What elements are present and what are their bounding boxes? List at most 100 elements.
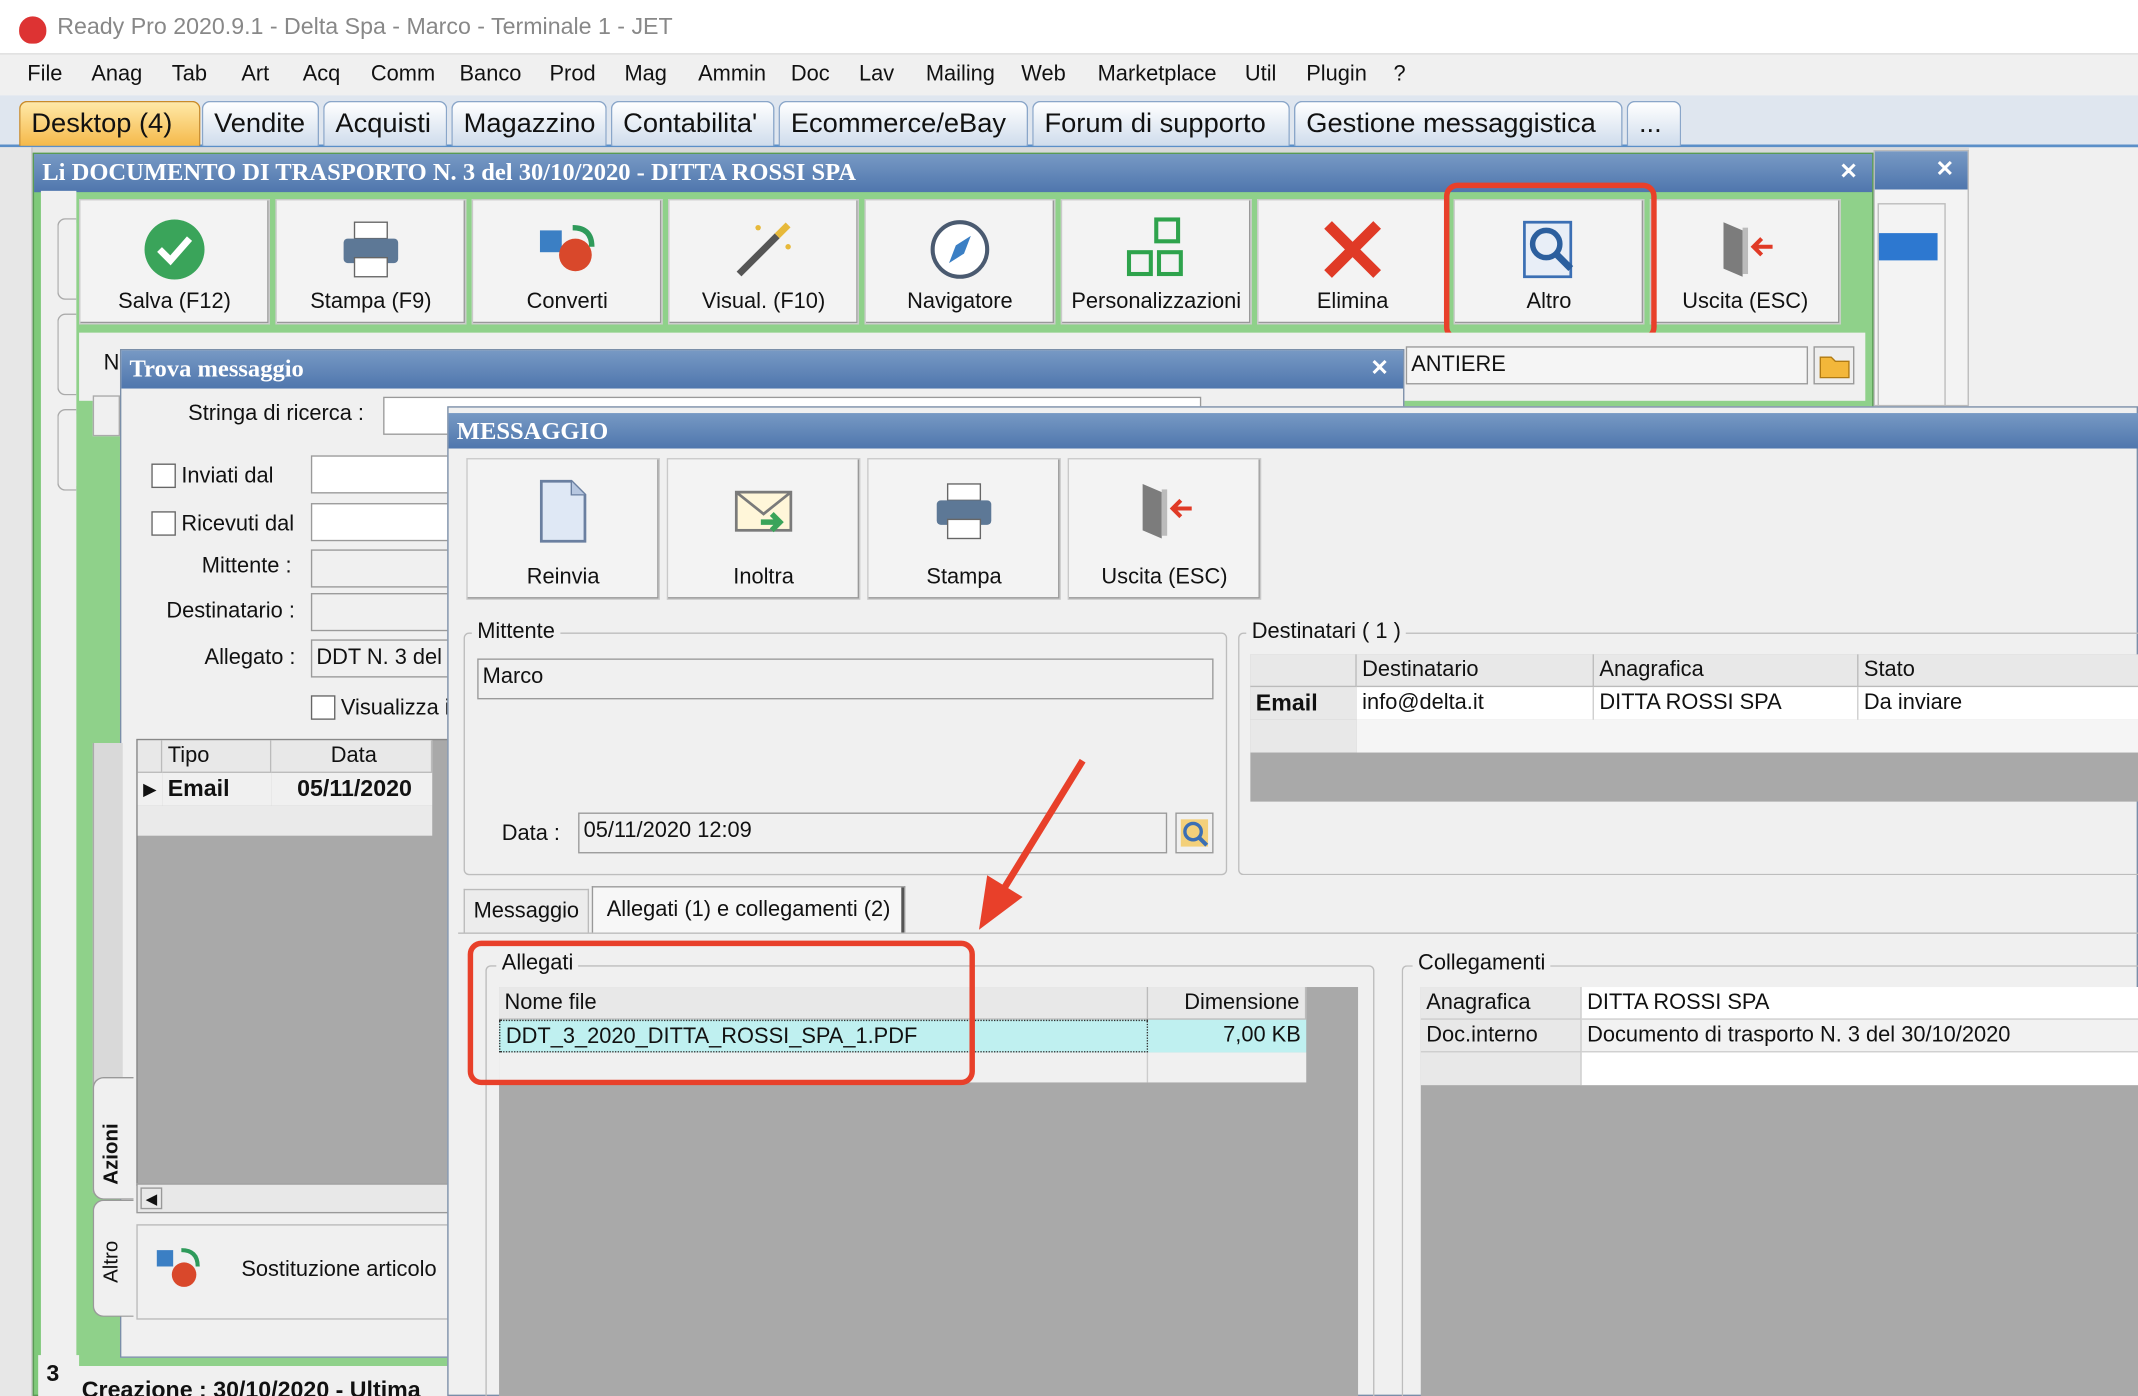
attachment-input[interactable]: DDT N. 3 del 3 [310,639,461,678]
received-date-input[interactable] [310,503,461,542]
window-titlebar: Ready Pro 2020.9.1 - Delta Spa - Marco -… [0,0,2138,55]
col-dimensione[interactable]: Dimensione [1148,987,1307,1020]
tab-ecommerce[interactable]: Ecommerce/eBay [778,100,1029,146]
col-destinatario[interactable]: Destinatario [1356,654,1594,688]
menu-lav[interactable]: Lav [859,63,894,88]
cantiere-field[interactable]: ANTIERE [1405,346,1809,385]
tab-contabilita[interactable]: Contabilita' [610,100,775,146]
tab-messaggio[interactable]: Messaggio [463,888,590,933]
menu-art[interactable]: Art [241,63,269,88]
strawberry-app-icon [19,16,47,44]
show-checkbox[interactable] [310,695,336,720]
menu-acq[interactable]: Acq [303,63,341,88]
ddt-left-strip [40,190,77,1396]
tab-magazzino[interactable]: Magazzino [451,100,607,146]
printer-icon [936,483,992,540]
menu-help[interactable]: ? [1394,63,1406,88]
background-window: ✕ [1873,149,1969,408]
destinatari-group-title: Destinatari ( 1 ) [1246,620,1407,645]
search-date-button[interactable] [1175,812,1214,854]
menu-comm[interactable]: Comm [371,63,435,88]
recipient-stato[interactable]: Da inviare [1858,687,2138,720]
menu-file[interactable]: File [27,63,62,88]
exit-message-button[interactable]: Uscita (ESC) [1067,458,1262,600]
received-label: Ricevuti dal [181,512,295,536]
sent-label: Inviati dal [181,464,274,489]
mittente-group-title: Mittente [471,620,561,645]
col-stato[interactable]: Stato [1858,654,2138,688]
menu-prod[interactable]: Prod [549,63,595,88]
scroll-left-icon[interactable]: ◀ [140,1187,163,1210]
tab-allegati-collegamenti[interactable]: Allegati (1) e collegamenti (2) [591,886,906,933]
col-tipo[interactable]: Tipo [162,740,272,773]
ddt-left-label: Li [42,158,66,186]
delete-button[interactable]: Elimina [1257,199,1449,325]
folder-icon [1819,356,1850,379]
menu-ammin[interactable]: Ammin [698,63,766,88]
sent-checkbox[interactable] [151,463,176,489]
received-checkbox[interactable] [151,511,176,536]
recipient-input[interactable] [310,593,461,632]
exit-door-icon [1142,483,1192,539]
link-value-anagrafica[interactable]: DITTA ROSSI SPA [1581,987,2138,1020]
mittente-field[interactable]: Marco [477,658,1214,700]
view-button[interactable]: Visual. (F10) [668,199,860,325]
link-value-docinterno[interactable]: Documento di trasporto N. 3 del 30/10/20… [1581,1019,2138,1053]
tab-desktop[interactable]: Desktop (4) [19,100,201,146]
tab-azioni[interactable]: Azioni [92,1076,134,1200]
forward-button[interactable]: Inoltra [666,458,861,600]
resend-button[interactable]: Reinvia [466,458,660,600]
menu-web[interactable]: Web [1021,63,1065,88]
highlight-allegati [467,940,975,1086]
action-sostituzione[interactable]: Sostituzione articolo [136,1224,450,1320]
ddt-footer: Creazione : 30/10/2020 - Ultima [76,1366,459,1396]
tab-more[interactable]: ... [1626,100,1682,146]
convert-button[interactable]: Converti [471,199,663,325]
menu-bar: File Anag Tab Art Acq Comm Banco Prod Ma… [0,54,2138,96]
row-data[interactable]: 05/11/2020 [271,772,433,806]
replace-icon [156,1248,200,1287]
menu-anag[interactable]: Anag [91,63,142,88]
close-icon[interactable]: ✕ [1936,157,1954,184]
menu-plugin[interactable]: Plugin [1306,63,1367,88]
magic-wand-icon [736,222,791,277]
close-icon[interactable]: ✕ [1370,356,1388,383]
recipient-type: Email [1250,687,1357,720]
menu-mailing[interactable]: Mailing [926,63,995,88]
close-icon[interactable]: ✕ [1839,160,1857,187]
horizontal-scrollbar[interactable]: ◀ [136,1183,450,1214]
print-message-button[interactable]: Stampa [867,458,1061,600]
link-key-docinterno: Doc.interno [1420,1019,1582,1053]
exit-button[interactable]: Uscita (ESC) [1649,199,1841,325]
sent-date-input[interactable] [310,455,461,494]
menu-mag[interactable]: Mag [624,63,666,88]
tab-messaggistica[interactable]: Gestione messaggistica [1293,100,1623,146]
tab-altro[interactable]: Altro [92,1199,134,1317]
sender-input[interactable] [310,549,461,588]
recipient-email[interactable]: info@delta.it [1356,687,1594,720]
attachment-size[interactable]: 7,00 KB [1148,1019,1307,1053]
customizations-button[interactable]: Personalizzazioni [1060,199,1252,325]
trova-title: Trova messaggio [129,354,304,382]
recipient-anagrafica[interactable]: DITTA ROSSI SPA [1593,687,1859,720]
menu-tab[interactable]: Tab [172,63,207,88]
row-tipo[interactable]: Email [162,772,272,806]
menu-util[interactable]: Util [1245,63,1277,88]
link-key-anagrafica: Anagrafica [1420,987,1582,1020]
print-button[interactable]: Stampa (F9) [275,199,467,325]
menu-banco[interactable]: Banco [460,63,522,88]
save-button[interactable]: Salva (F12) [79,199,270,325]
col-data[interactable]: Data [271,740,433,773]
ddt-n-label: N [103,351,120,375]
folder-button[interactable] [1813,346,1855,385]
document-icon [539,479,587,543]
menu-doc[interactable]: Doc [791,63,830,88]
module-tab-bar: Desktop (4) Vendite Acquisti Magazzino C… [0,95,2138,148]
col-anagrafica[interactable]: Anagrafica [1593,654,1859,688]
tab-acquisti[interactable]: Acquisti [323,100,448,146]
envelope-forward-icon [734,490,793,533]
tab-forum[interactable]: Forum di supporto [1032,100,1290,146]
tab-vendite[interactable]: Vendite [201,100,320,146]
navigator-button[interactable]: Navigatore [864,199,1056,325]
menu-marketplace[interactable]: Marketplace [1098,63,1217,88]
